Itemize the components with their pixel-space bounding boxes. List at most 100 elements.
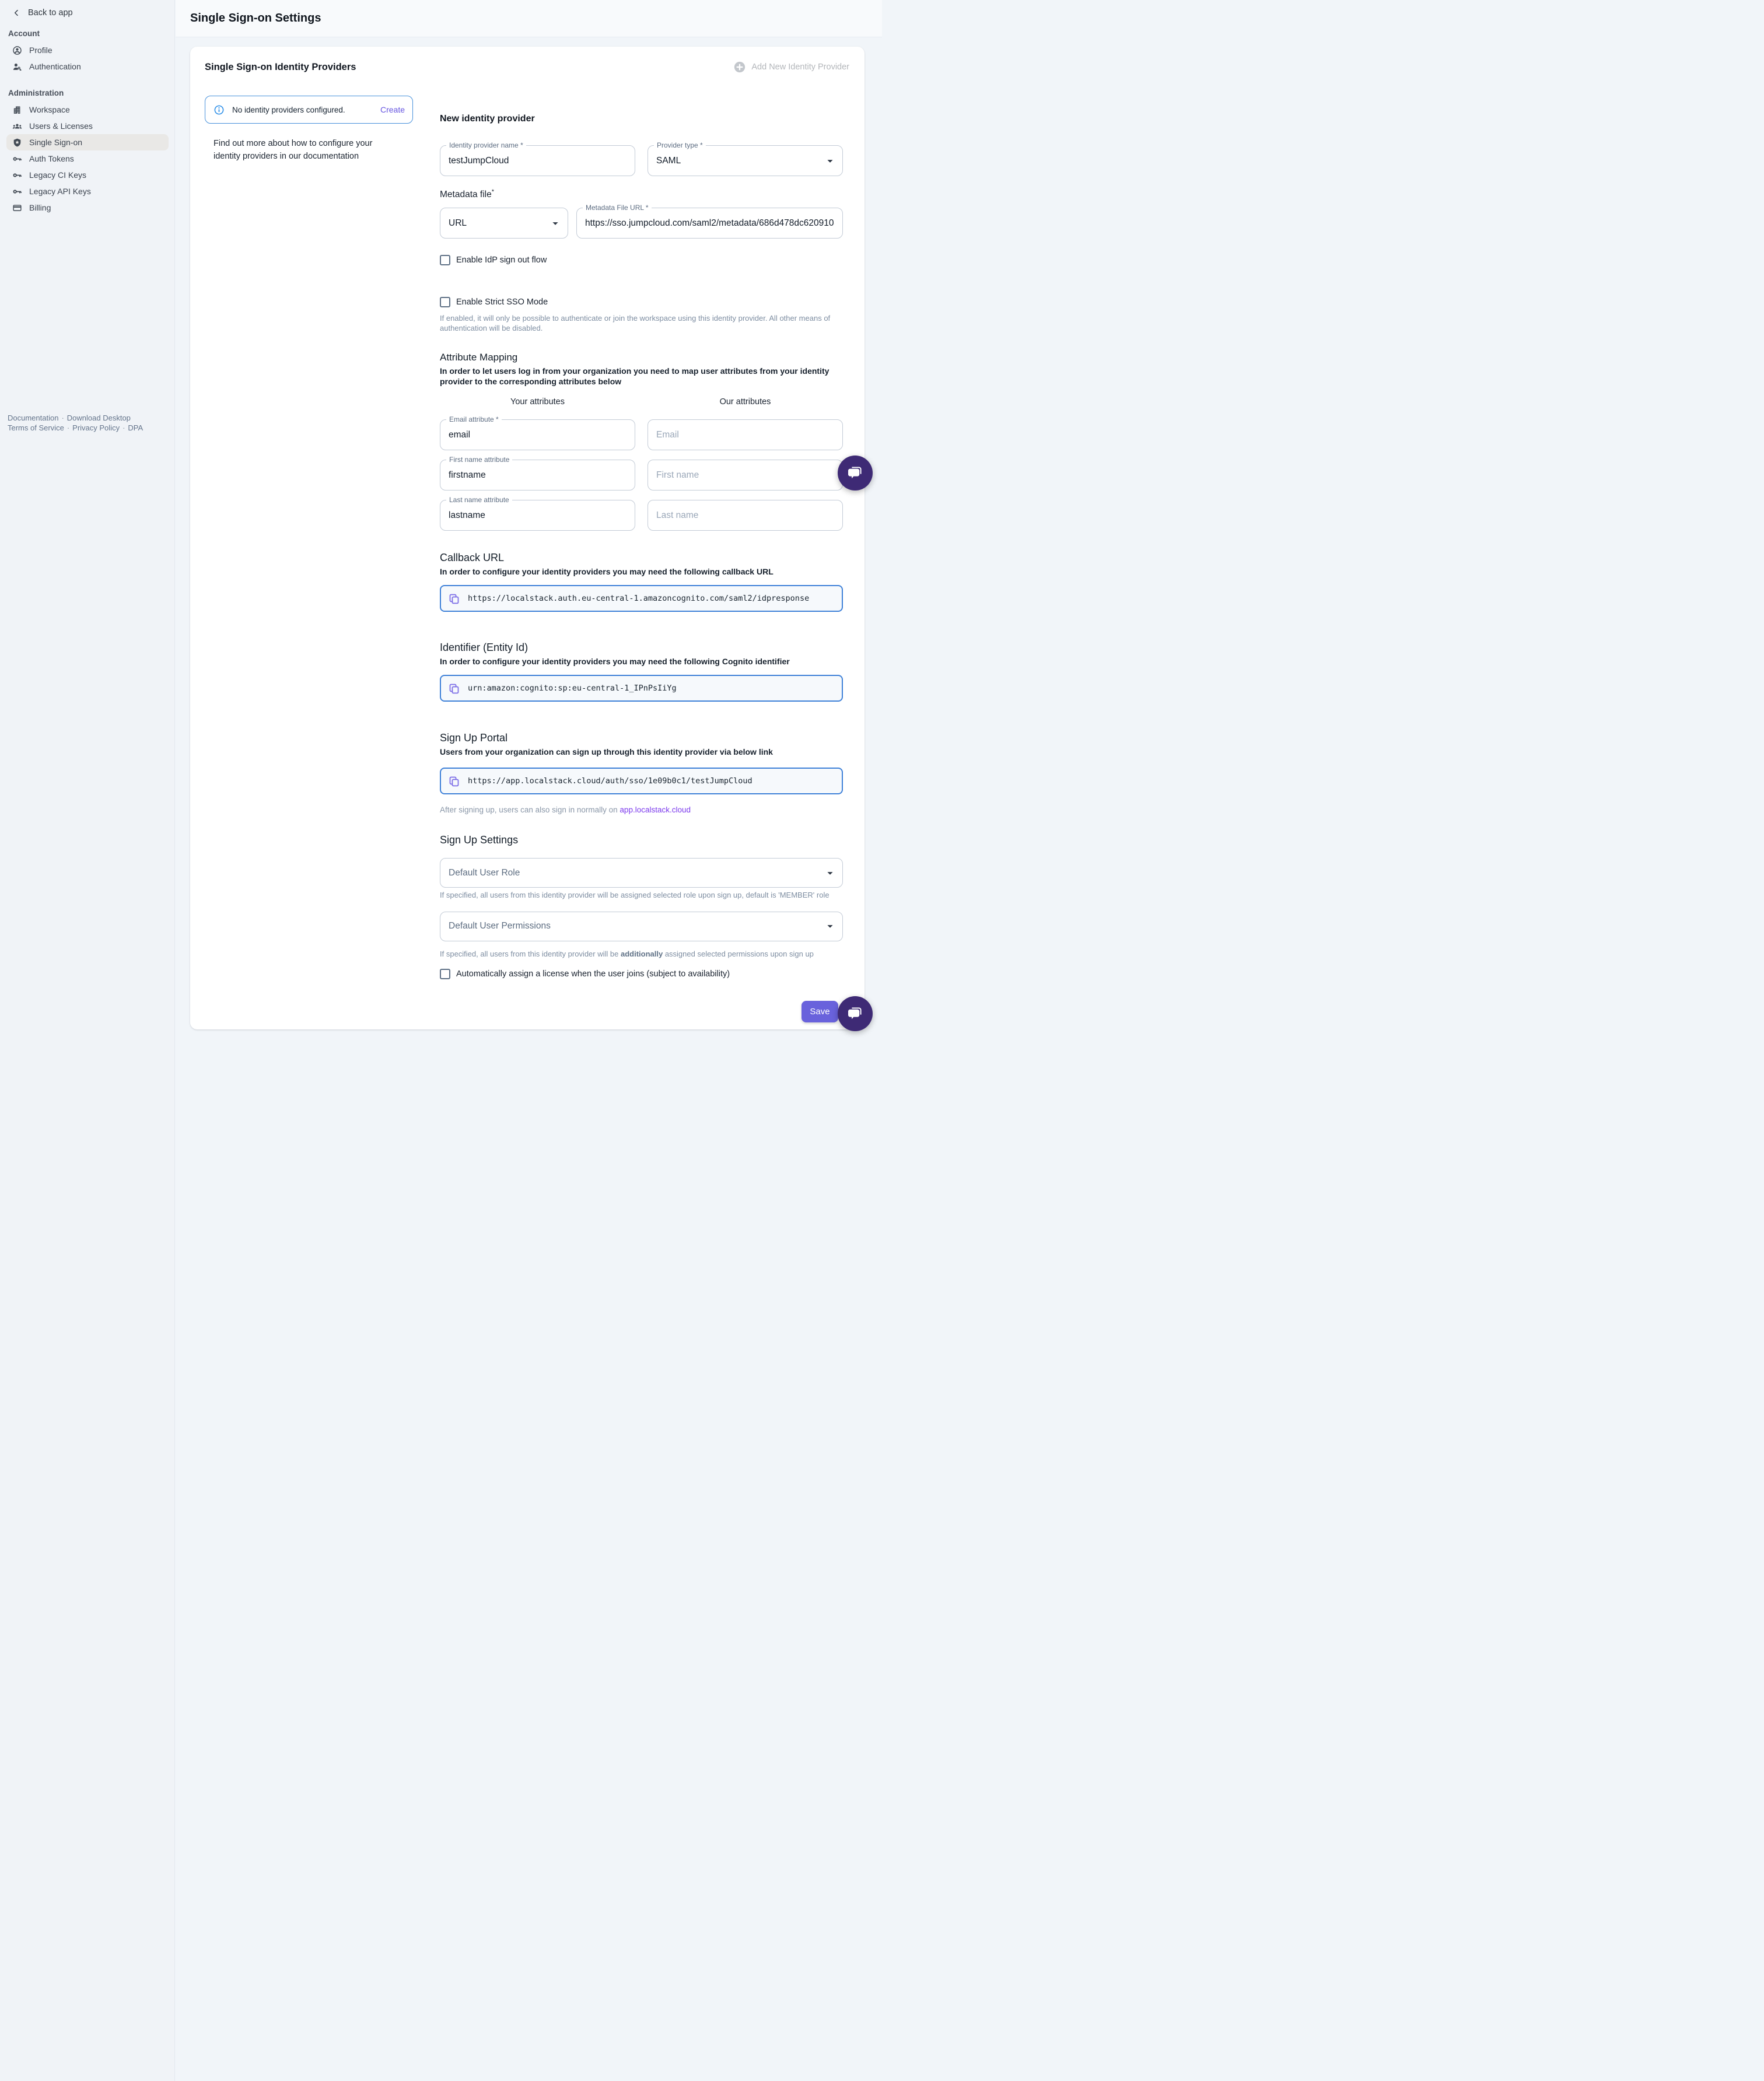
page-header: Single Sign-on Settings	[176, 0, 882, 37]
sidebar: Back to app Account Profile Authenticati…	[0, 0, 175, 2081]
sidebar-item-workspace[interactable]: Workspace	[0, 101, 174, 118]
download-desktop-link[interactable]: Download Desktop	[67, 414, 131, 422]
providers-list-column: No identity providers configured. Create…	[205, 96, 413, 1022]
back-to-app-button[interactable]: Back to app	[0, 0, 174, 17]
sidebar-item-profile[interactable]: Profile	[0, 42, 174, 58]
our-first-name-input[interactable]	[648, 460, 842, 490]
identifier-heading: Identifier (Entity Id)	[440, 642, 843, 654]
our-first-name-field[interactable]	[648, 460, 843, 491]
chevron-down-icon	[824, 920, 836, 933]
our-email-input[interactable]	[648, 420, 842, 450]
main-area: Single Sign-on Settings Single Sign-on I…	[176, 0, 882, 1029]
metadata-file-url-field[interactable]: Metadata File URL *	[576, 208, 843, 239]
chevron-down-icon	[549, 217, 562, 230]
last-name-attribute-field[interactable]: Last name attribute	[440, 500, 635, 531]
sidebar-section-account: Account	[0, 29, 174, 38]
attribute-mapping-subheading: In order to let users log in from your o…	[440, 366, 843, 387]
signup-portal-heading: Sign Up Portal	[440, 732, 843, 744]
auto-license-checkbox-row[interactable]: Automatically assign a license when the …	[440, 969, 843, 979]
sidebar-item-single-sign-on[interactable]: Single Sign-on	[6, 134, 169, 150]
app-localstack-cloud-link[interactable]: app.localstack.cloud	[620, 805, 691, 814]
privacy-policy-link[interactable]: Privacy Policy	[72, 423, 120, 432]
signup-portal-copybox[interactable]: https://app.localstack.cloud/auth/sso/1e…	[440, 768, 843, 794]
copy-icon[interactable]	[448, 593, 460, 605]
groups-icon	[12, 121, 22, 131]
metadata-source-select[interactable]: URL	[440, 208, 568, 239]
metadata-file-url-label: Metadata File URL *	[583, 204, 652, 212]
our-email-field[interactable]	[648, 419, 843, 450]
terms-of-service-link[interactable]: Terms of Service	[8, 423, 64, 432]
callback-url-heading: Callback URL	[440, 552, 843, 564]
page-title: Single Sign-on Settings	[176, 0, 882, 37]
alert-text: No identity providers configured.	[232, 106, 380, 114]
person-circle-icon	[12, 45, 22, 55]
first-name-attribute-input[interactable]	[440, 460, 635, 490]
form-heading: New identity provider	[440, 114, 843, 124]
email-attribute-input[interactable]	[440, 420, 635, 450]
metadata-file-label: Metadata file*	[440, 188, 843, 200]
callback-url-copybox[interactable]: https://localstack.auth.eu-central-1.ama…	[440, 585, 843, 612]
strict-sso-checkbox-row[interactable]: Enable Strict SSO Mode	[440, 297, 843, 307]
sidebar-section-administration: Administration	[0, 89, 174, 97]
strict-sso-hint: If enabled, it will only be possible to …	[440, 314, 843, 333]
create-link[interactable]: Create	[380, 105, 405, 114]
back-to-app-label: Back to app	[28, 8, 73, 17]
chat-widget-button[interactable]	[838, 456, 873, 491]
identity-provider-name-field[interactable]: Identity provider name *	[440, 145, 635, 176]
documentation-link[interactable]: Documentation	[8, 414, 58, 422]
sidebar-item-label: Profile	[29, 45, 52, 55]
idp-signout-checkbox-row[interactable]: Enable IdP sign out flow	[440, 255, 843, 265]
content: Single Sign-on Identity Providers Add Ne…	[176, 37, 882, 1029]
auto-license-checkbox[interactable]	[440, 969, 450, 979]
attribute-mapping-heading: Attribute Mapping	[440, 352, 843, 363]
strict-sso-checkbox[interactable]	[440, 297, 450, 307]
info-icon	[214, 104, 225, 115]
idp-signout-checkbox[interactable]	[440, 255, 450, 265]
sidebar-item-authentication[interactable]: Authentication	[0, 58, 174, 75]
sidebar-item-billing[interactable]: Billing	[0, 199, 174, 216]
sidebar-item-label: Billing	[29, 203, 51, 212]
sidebar-item-legacy-api-keys[interactable]: Legacy API Keys	[0, 183, 174, 199]
sso-providers-card: Single Sign-on Identity Providers Add Ne…	[190, 47, 864, 1029]
save-button[interactable]: Save	[802, 1001, 838, 1022]
email-attribute-field[interactable]: Email attribute *	[440, 419, 635, 450]
chat-icon	[846, 464, 864, 482]
chevron-down-icon	[824, 867, 836, 880]
strict-sso-label: Enable Strict SSO Mode	[456, 297, 548, 307]
metadata-source-value: URL	[440, 218, 549, 229]
sidebar-item-auth-tokens[interactable]: Auth Tokens	[0, 150, 174, 167]
default-user-permissions-select[interactable]: Default User Permissions	[440, 912, 843, 941]
sidebar-item-label: Legacy API Keys	[29, 187, 91, 196]
provider-type-select[interactable]: Provider type * SAML	[648, 145, 843, 176]
dpa-link[interactable]: DPA	[128, 423, 143, 432]
copy-icon[interactable]	[448, 775, 460, 787]
identifier-copybox[interactable]: urn:amazon:cognito:sp:eu-central-1_IPnPs…	[440, 675, 843, 702]
sidebar-item-label: Workspace	[29, 105, 70, 114]
our-last-name-input[interactable]	[648, 500, 842, 530]
last-name-attribute-label: Last name attribute	[446, 496, 512, 504]
signin-note: After signing up, users can also sign in…	[440, 805, 843, 814]
new-provider-form: New identity provider Identity provider …	[440, 96, 843, 1022]
add-new-identity-provider-label: Add New Identity Provider	[751, 62, 849, 72]
chat-widget-button[interactable]	[838, 996, 873, 1031]
sidebar-item-legacy-ci-keys[interactable]: Legacy CI Keys	[0, 167, 174, 183]
identifier-value: urn:amazon:cognito:sp:eu-central-1_IPnPs…	[468, 684, 677, 693]
your-attributes-header: Your attributes	[440, 397, 635, 407]
chevron-left-icon	[12, 8, 21, 17]
callback-url-value: https://localstack.auth.eu-central-1.ama…	[468, 594, 809, 603]
metadata-file-url-input[interactable]	[577, 208, 842, 238]
default-user-permissions-hint: If specified, all users from this identi…	[440, 950, 843, 959]
identity-provider-name-input[interactable]	[440, 146, 635, 176]
email-attribute-label: Email attribute *	[446, 415, 502, 423]
key-icon	[12, 170, 22, 180]
add-new-identity-provider-button[interactable]: Add New Identity Provider	[733, 61, 849, 73]
no-providers-alert: No identity providers configured. Create	[205, 96, 413, 124]
default-user-role-select[interactable]: Default User Role	[440, 858, 843, 888]
sidebar-item-users-licenses[interactable]: Users & Licenses	[0, 118, 174, 134]
first-name-attribute-field[interactable]: First name attribute	[440, 460, 635, 491]
default-user-permissions-placeholder: Default User Permissions	[440, 921, 824, 931]
copy-icon[interactable]	[448, 682, 460, 695]
our-last-name-field[interactable]	[648, 500, 843, 531]
last-name-attribute-input[interactable]	[440, 500, 635, 530]
signup-settings-heading: Sign Up Settings	[440, 834, 843, 846]
